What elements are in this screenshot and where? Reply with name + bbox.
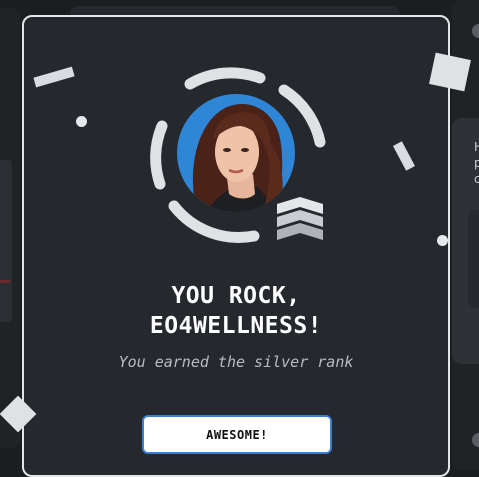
modal-title: YOU ROCK, EO4WELLNESS! bbox=[22, 281, 450, 341]
ring-segment bbox=[150, 120, 168, 190]
ring-segment bbox=[184, 67, 266, 90]
title-line-1: YOU ROCK, bbox=[171, 283, 301, 309]
silver-rank-chevrons-icon bbox=[277, 197, 323, 240]
background-text-line: H bbox=[474, 140, 479, 154]
confetti-dot bbox=[437, 235, 448, 246]
background-avatar-icon bbox=[472, 433, 479, 447]
user-avatar bbox=[177, 94, 295, 212]
background-text-line: c bbox=[474, 172, 479, 186]
background-right-card-text: H p c bbox=[474, 139, 479, 187]
confetti-dot bbox=[76, 116, 87, 127]
awesome-button[interactable]: AWESOME! bbox=[142, 415, 332, 454]
user-avatar-icon bbox=[177, 94, 295, 212]
modal-subtitle: You earned the silver rank bbox=[118, 353, 354, 371]
background-left-accent bbox=[0, 280, 10, 283]
background-right-card-inner bbox=[468, 210, 479, 308]
background-left-panel bbox=[0, 160, 12, 322]
background-text-line: p bbox=[474, 156, 479, 170]
title-line-2: EO4WELLNESS! bbox=[149, 313, 323, 339]
background-avatar-icon bbox=[472, 24, 479, 38]
